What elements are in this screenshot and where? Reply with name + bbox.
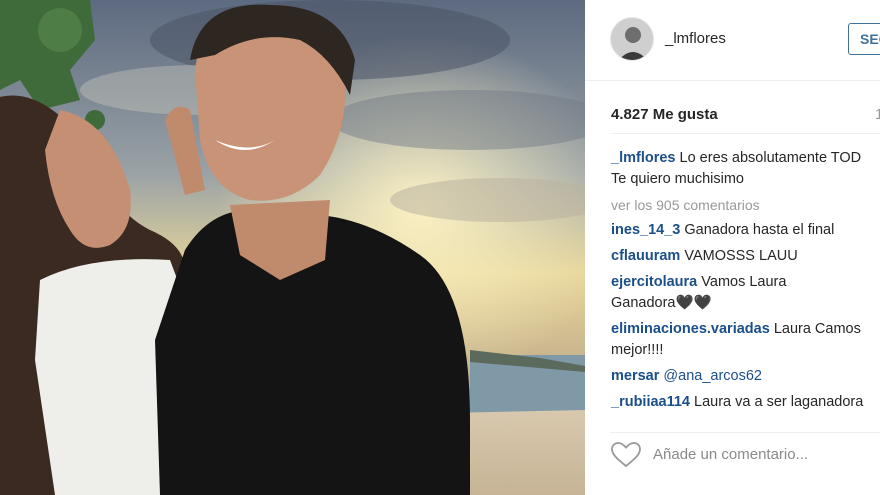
post-photo[interactable] [0,0,585,495]
likes-extra: 1 [875,106,880,123]
list-item: mersar @ana_arcos62 [611,366,880,387]
view-all-comments-link[interactable]: ver los 905 comentarios [611,195,880,216]
comment-text: Laura va a ser laganadora [694,394,864,410]
list-item: eliminaciones.variadas Laura Camos mejor… [611,319,880,361]
comment-user[interactable]: _rubiiaa114 [611,394,690,410]
comment-user[interactable]: ejercitolaura [611,274,697,290]
add-comment-input[interactable]: Añade un comentario... [653,446,808,463]
list-item: ines_14_3 Ganadora hasta el final [611,220,880,241]
post-side-panel: _lmflores SEGUIR 4.827 Me gusta 1 _lmflo… [585,0,880,495]
comment-text-line2: Ganadora🖤🖤 [611,295,712,311]
likes-count[interactable]: 4.827 Me gusta [611,106,718,123]
list-item: cflauuram VAMOSSS LAUU [611,246,880,267]
comment-user[interactable]: ines_14_3 [611,222,680,238]
divider [610,432,880,433]
avatar[interactable] [610,17,654,61]
list-item: ejercitolaura Vamos Laura Ganadora🖤🖤 [611,272,880,314]
list-item: _rubiiaa114 Laura va a ser laganadora [611,392,880,413]
comment-user[interactable]: eliminaciones.variadas [611,321,770,337]
caption-user[interactable]: _lmflores [611,150,675,166]
comment-user[interactable]: cflauuram [611,248,680,264]
caption-text: Lo eres absolutamente TOD [679,150,862,166]
add-comment-bar: Añade un comentario... [611,442,880,472]
comment-text: VAMOSSS LAUU [684,248,798,264]
follow-button[interactable]: SEGUIR [848,23,880,55]
comment-text-line2: mejor!!!! [611,342,664,358]
divider [610,133,880,134]
header-username[interactable]: _lmflores [665,30,726,47]
comment-text: Ganadora hasta el final [684,222,835,238]
comments-list: _lmflores Lo eres absolutamente TOD Te q… [611,148,880,418]
comment-text: Vamos Laura [701,274,787,290]
comment-text: Laura Camos [773,321,861,337]
caption: _lmflores Lo eres absolutamente TOD Te q… [611,148,880,190]
comment-user[interactable]: mersar [611,368,659,384]
comment-mention[interactable]: @ana_arcos62 [663,368,762,384]
post-header: _lmflores SEGUIR [585,0,880,81]
caption-text-line2: Te quiero muchisimo [611,171,744,187]
heart-outline-icon[interactable] [611,442,641,473]
